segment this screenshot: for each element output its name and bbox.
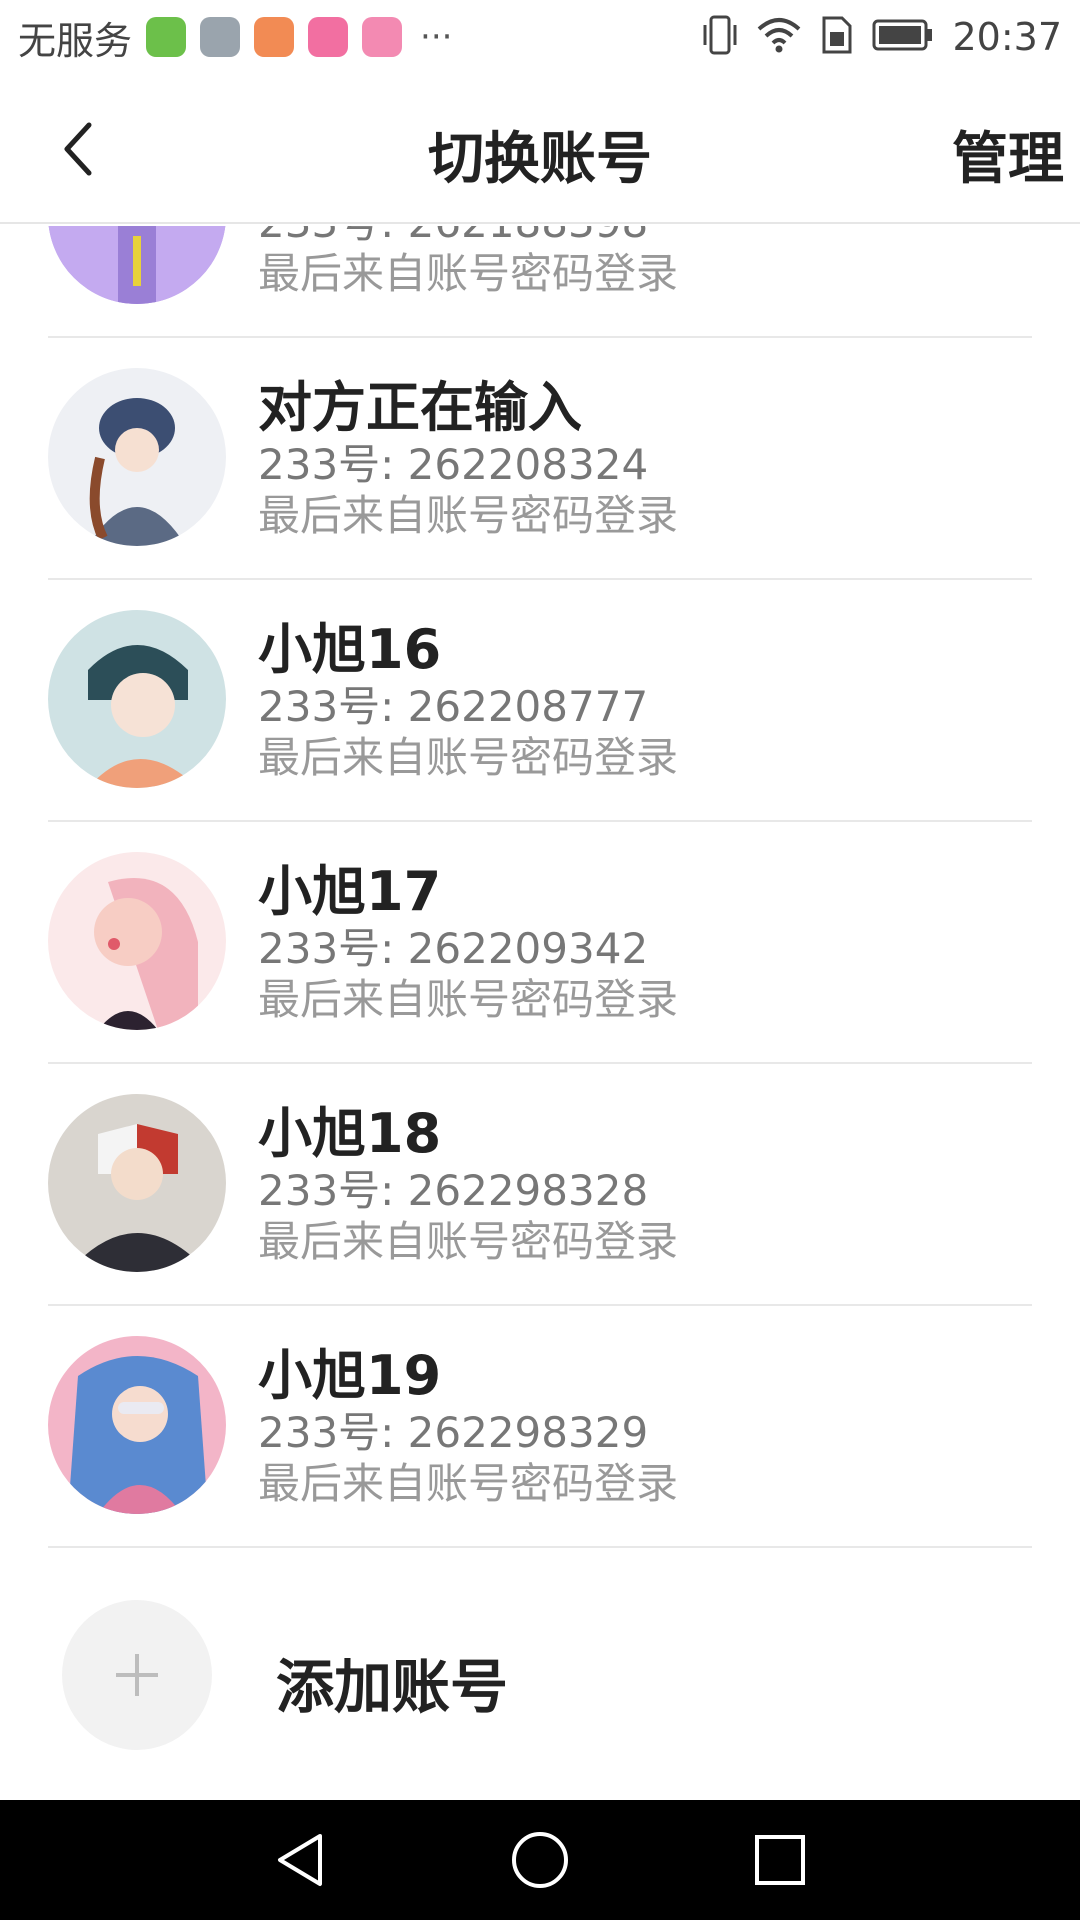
- app-header: 切换账号 管理: [0, 74, 1080, 224]
- back-triangle-icon[interactable]: [270, 1830, 330, 1890]
- avatar: [48, 226, 226, 304]
- account-id: 233号: 262298328: [258, 1166, 649, 1215]
- account-id: 233号: 262188398: [258, 226, 678, 248]
- account-id: 233号: 262208777: [258, 682, 649, 731]
- clock: 20:37: [952, 15, 1062, 59]
- bilibili-app-icon: [308, 17, 349, 57]
- account-item[interactable]: 小旭16 233号: 262208777 最后来自账号密码登录: [0, 578, 1080, 820]
- wifi-icon: [756, 15, 802, 59]
- system-nav-bar: [0, 1800, 1080, 1920]
- carrier-label: 无服务: [18, 18, 133, 63]
- avatar: [48, 368, 226, 546]
- battery-icon: [872, 18, 934, 56]
- account-item[interactable]: 小旭18 233号: 262298328 最后来自账号密码登录: [0, 1062, 1080, 1304]
- avatar: [48, 1094, 226, 1272]
- account-list[interactable]: 233号: 262188398 最后来自账号密码登录 对方正在输入 233号: …: [0, 226, 1080, 1800]
- bilibili-app-icon: [362, 17, 403, 57]
- account-item[interactable]: 对方正在输入 233号: 262208324 最后来自账号密码登录: [0, 336, 1080, 578]
- account-item[interactable]: 233号: 262188398 最后来自账号密码登录: [0, 226, 1080, 336]
- vibrate-icon: [702, 13, 738, 61]
- avatar: [48, 610, 226, 788]
- account-id: 233号: 262209342: [258, 924, 649, 973]
- game-app-icon: [146, 17, 187, 57]
- account-name: 小旭18: [258, 1102, 442, 1165]
- page-title: 切换账号: [428, 127, 652, 192]
- account-name: 对方正在输入: [258, 376, 582, 439]
- gallery-app-icon: [200, 17, 241, 57]
- account-name: 小旭17: [258, 860, 442, 923]
- recorder-app-icon: [254, 17, 295, 57]
- add-account-label: 添加账号: [276, 1653, 509, 1721]
- account-login-method: 最后来自账号密码登录: [258, 1217, 679, 1266]
- account-item[interactable]: 小旭19 233号: 262298329 最后来自账号密码登录: [0, 1304, 1080, 1546]
- sim-icon: [820, 14, 854, 60]
- account-login-method: 最后来自账号密码登录: [258, 491, 679, 540]
- account-item[interactable]: 小旭17 233号: 262209342 最后来自账号密码登录: [0, 820, 1080, 1062]
- account-name: 小旭16: [258, 618, 442, 681]
- add-account-button[interactable]: 添加账号: [0, 1548, 1080, 1750]
- home-circle-icon[interactable]: [510, 1830, 570, 1890]
- account-name: 小旭19: [258, 1344, 442, 1407]
- account-login-method: 最后来自账号密码登录: [258, 249, 679, 298]
- status-bar: 无服务 ··· 20:37: [0, 0, 1080, 74]
- account-id: 233号: 262208324: [258, 440, 649, 489]
- avatar: [48, 1336, 226, 1514]
- status-right: 20:37: [702, 14, 1062, 60]
- more-notifications-icon: ···: [420, 17, 453, 57]
- account-login-method: 最后来自账号密码登录: [258, 1459, 679, 1508]
- add-account-circle: [62, 1600, 212, 1750]
- plus-icon: [116, 1654, 158, 1696]
- status-left: 无服务 ···: [18, 14, 453, 63]
- manage-button[interactable]: 管理: [952, 114, 1064, 195]
- account-login-method: 最后来自账号密码登录: [258, 975, 679, 1024]
- account-login-method: 最后来自账号密码登录: [258, 733, 679, 782]
- avatar: [48, 852, 226, 1030]
- account-id: 233号: 262298329: [258, 1408, 649, 1457]
- recents-square-icon[interactable]: [750, 1830, 810, 1890]
